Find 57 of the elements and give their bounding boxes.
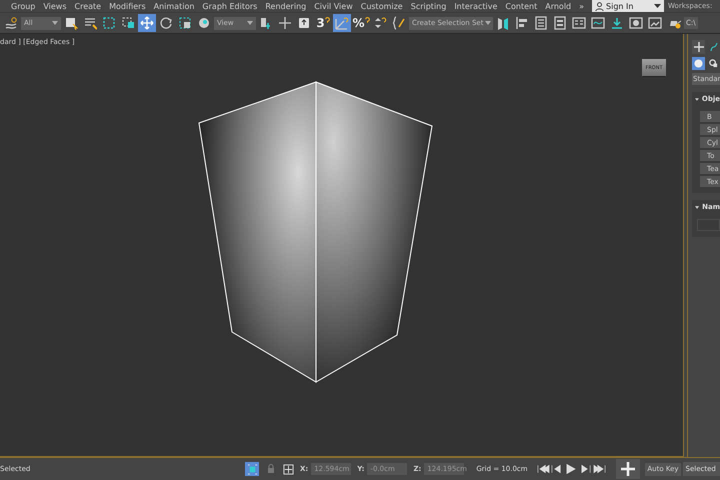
mirror-icon (496, 16, 510, 30)
plus-icon (621, 462, 636, 476)
skip-end-icon (592, 463, 606, 475)
menu-item[interactable]: Arnold (543, 2, 578, 10)
panel-tab[interactable] (692, 40, 705, 54)
caret-icon (247, 21, 253, 25)
dashed-square-icon (121, 16, 135, 30)
expand-triangle-icon[interactable] (695, 204, 700, 210)
menu-item[interactable]: Scripting (408, 2, 452, 10)
toolbar-button[interactable] (276, 14, 294, 32)
toolbar-button[interactable] (138, 14, 156, 32)
menu-item[interactable]: Interactive (452, 2, 504, 10)
render-window-icon (648, 16, 662, 30)
menu-item[interactable]: Civil View (312, 2, 359, 10)
menu-item[interactable]: » (577, 2, 590, 10)
arrow-down-icon (610, 16, 624, 30)
move-icon (140, 16, 154, 30)
isolate-toggle[interactable] (245, 462, 259, 476)
caret-icon (52, 21, 58, 25)
menu-item[interactable]: Customize (358, 2, 409, 10)
angle-snap-icon (335, 16, 349, 30)
menu-item[interactable]: Create (72, 2, 108, 10)
menu-item[interactable]: Animation (152, 2, 200, 10)
caret-icon (485, 21, 492, 25)
curve-icon (591, 16, 605, 30)
keyboard-icon (297, 16, 311, 30)
list-arrow-icon (83, 16, 97, 30)
caret-icon (654, 4, 662, 8)
isolate-icon (246, 464, 258, 474)
menu-item[interactable]: Content (503, 2, 544, 10)
scale-icon (178, 16, 192, 30)
toolbar-button[interactable]: % (352, 14, 370, 32)
placement-icon (197, 16, 211, 30)
align-icon (515, 16, 529, 30)
toolbar-button[interactable]: 3 (314, 14, 332, 32)
set-key-button[interactable] (616, 459, 640, 479)
menu-item[interactable]: Views (41, 2, 73, 10)
pivot-icon (259, 16, 273, 30)
menu-item[interactable]: Graph Editors (200, 2, 264, 10)
list-icon (534, 16, 548, 30)
menu-item[interactable]: Group (9, 2, 42, 10)
play-icon (564, 463, 578, 475)
curve-icon (710, 42, 718, 52)
sign-in-dropdown[interactable]: Sign In (592, 0, 664, 12)
braces-icon (392, 16, 406, 30)
menu-item[interactable]: Rendering (263, 2, 312, 10)
category-button[interactable] (707, 57, 720, 70)
sphere-icon (694, 59, 703, 68)
spinner-snap-icon (373, 16, 387, 30)
menu-item[interactable]: Modifiers (107, 2, 152, 10)
rotate-icon (159, 16, 173, 30)
step-forward-icon (578, 463, 592, 475)
expand-triangle-icon[interactable] (695, 96, 699, 102)
plus-icon (694, 42, 704, 52)
dashed-square-icon (102, 16, 116, 30)
playback-button[interactable] (564, 462, 578, 476)
shapes-icon (709, 59, 718, 68)
